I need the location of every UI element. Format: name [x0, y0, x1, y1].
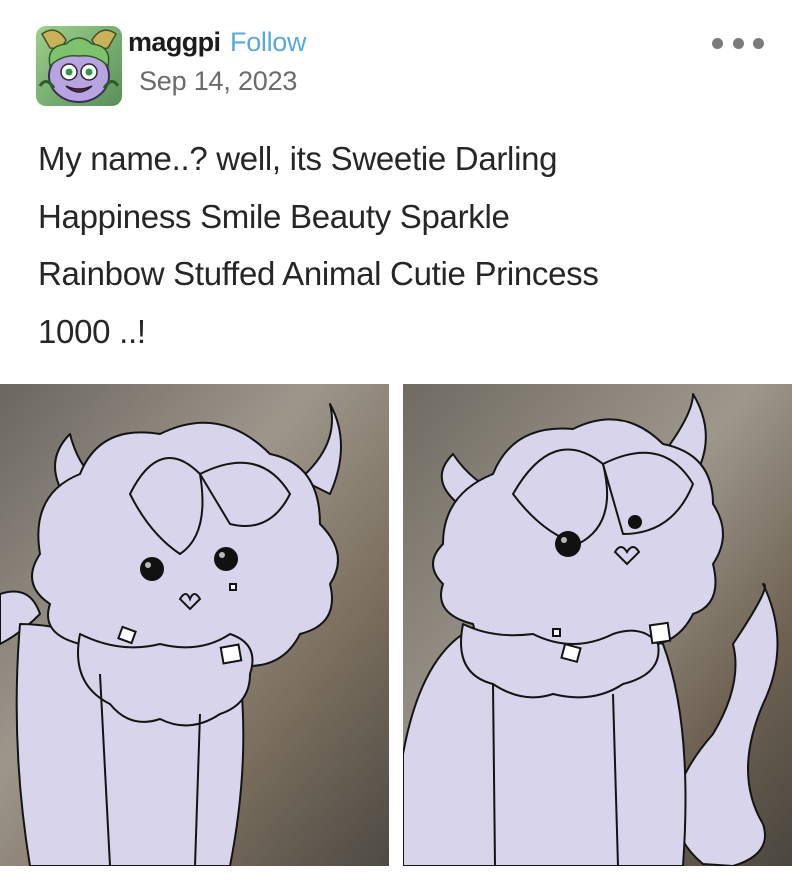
image-grid: [0, 384, 792, 880]
lavender-fluffy-creature-drawing-front: [0, 384, 389, 866]
post-text-line: Rainbow Stuffed Animal Cutie Princess: [38, 255, 599, 292]
post-image-right[interactable]: [403, 384, 792, 866]
follow-button[interactable]: Follow: [230, 27, 307, 58]
ellipsis-icon: [753, 37, 764, 49]
post-date: Sep 14, 2023: [139, 66, 298, 96]
ellipsis-icon: [712, 37, 723, 49]
more-options-button[interactable]: [712, 28, 764, 58]
author-username[interactable]: maggpi: [128, 27, 221, 58]
ellipsis-icon: [732, 37, 744, 49]
post-body: My name..? well, its Sweetie Darling Hap…: [38, 130, 758, 360]
post-text-line: 1000 ..!: [38, 312, 146, 350]
lavender-fluffy-creature-drawing-tilted: [403, 384, 792, 866]
post-text-line: Happiness Smile Beauty Sparkle: [38, 197, 510, 235]
green-monster-avatar-icon: [36, 26, 122, 106]
post-image-left[interactable]: [0, 384, 389, 866]
post-header: maggpi Follow Sep 14, 2023: [0, 0, 792, 120]
avatar[interactable]: [36, 26, 122, 106]
post-text-line: My name..? well, its Sweetie Darling: [38, 140, 558, 177]
